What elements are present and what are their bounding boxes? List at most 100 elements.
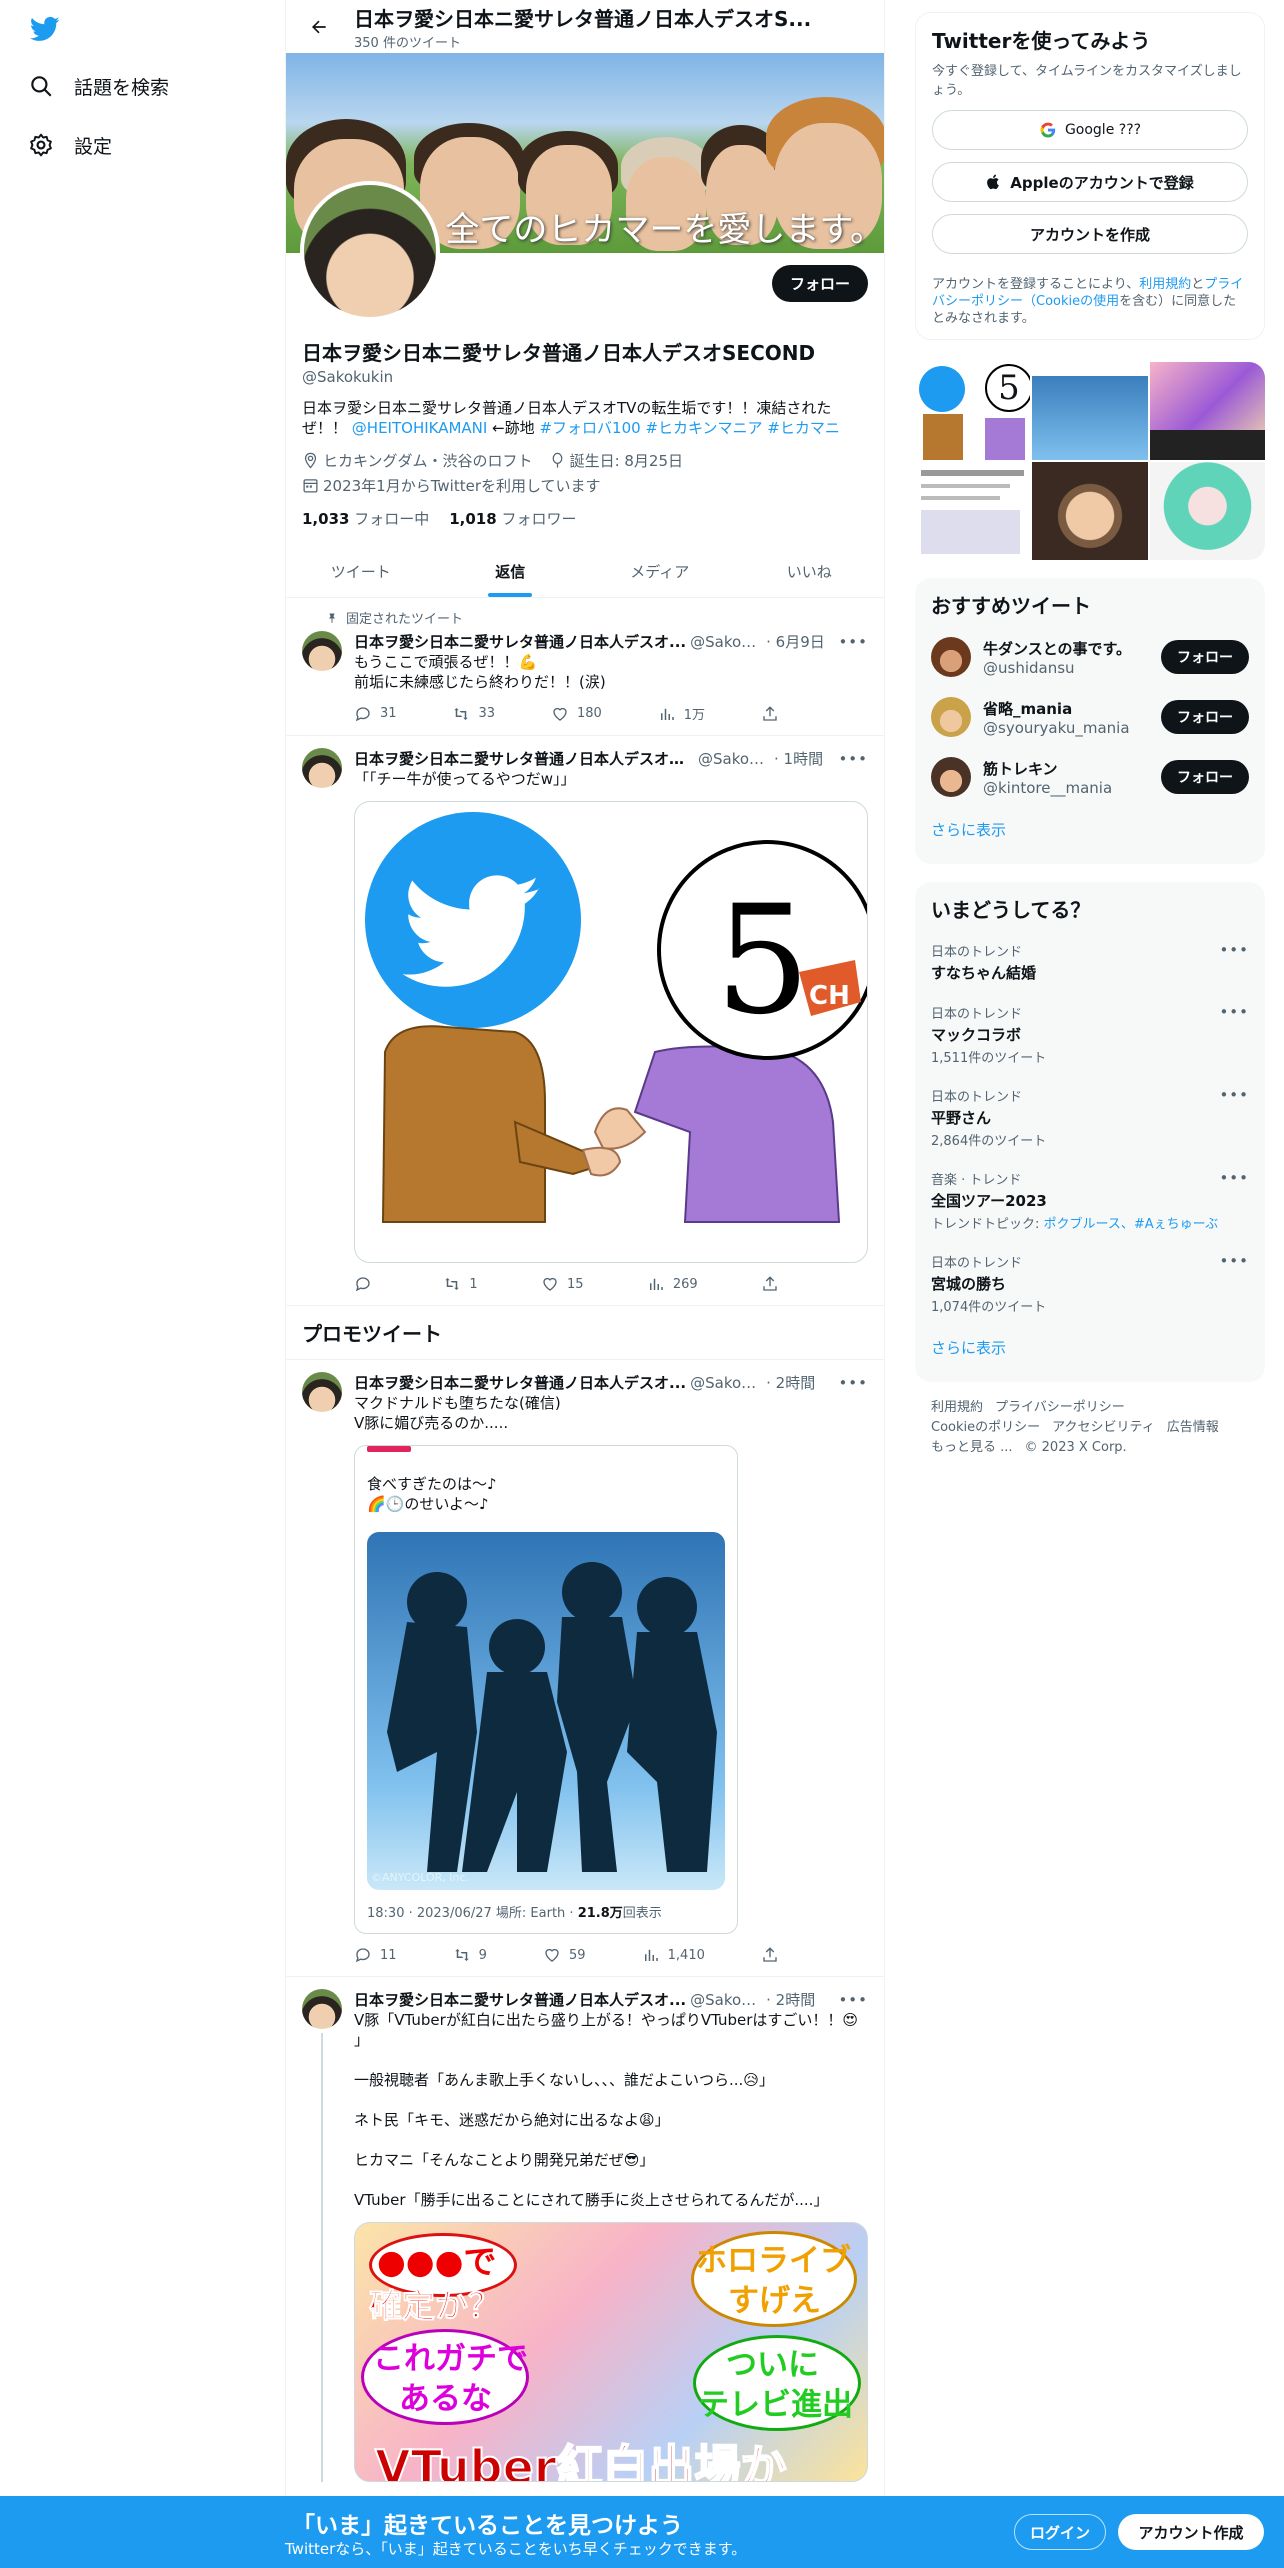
tweet-time[interactable]: · 1時間 <box>774 748 823 769</box>
back-button[interactable] <box>302 10 336 44</box>
views-button[interactable]: 1万 <box>658 704 705 723</box>
google-signup-button[interactable]: Google ??? <box>932 110 1248 150</box>
tweet-time[interactable]: · 2時間 <box>766 1989 815 2010</box>
tab-likes[interactable]: いいね <box>735 545 885 597</box>
avatar[interactable] <box>931 697 971 737</box>
footer-link[interactable]: もっと見る ... <box>931 1440 1013 1455</box>
photo-thumb[interactable] <box>915 462 1031 560</box>
bio-mention-link[interactable]: @HEITOHIKAMANI <box>352 419 488 437</box>
quoted-tweet[interactable]: 食べすぎたのは〜♪ 🌈🕒のせいよ〜♪ ©ANYCOLOR, Inc. 18:30… <box>354 1445 738 1934</box>
trend-item[interactable]: 日本のトレンド すなちゃん結婚 ••• <box>915 931 1265 993</box>
follow-button[interactable]: フォロー <box>1161 640 1249 674</box>
retweet-button[interactable]: 1 <box>443 1275 478 1293</box>
photo-thumb[interactable] <box>1149 462 1265 560</box>
followers-link[interactable]: 1,018 フォロワー <box>449 508 576 529</box>
tweet-time[interactable]: · 6月9日 <box>766 631 825 652</box>
tweet-author-handle[interactable]: @Sakok... <box>698 750 770 768</box>
cookie-link[interactable]: （Cookieの使用 <box>1023 294 1119 309</box>
tweet-time[interactable]: · 2時間 <box>766 1372 815 1393</box>
tweet-author-name[interactable]: 日本ヲ愛シ日本ニ愛サレタ普通ノ日本人デスオ... <box>354 1372 686 1393</box>
login-button[interactable]: ログイン <box>1014 2514 1106 2550</box>
more-icon[interactable]: ••• <box>1219 1086 1249 1104</box>
footer-link[interactable]: プライバシーポリシー <box>995 1400 1125 1415</box>
nav-explore[interactable]: 話題を検索 <box>28 66 169 106</box>
share-button[interactable] <box>761 704 779 723</box>
tweet-author-name[interactable]: 日本ヲ愛シ日本ニ愛サレタ普通ノ日本人デスオ... <box>354 631 686 652</box>
reply-button[interactable]: 31 <box>354 704 397 723</box>
reply-button[interactable] <box>354 1275 380 1293</box>
more-icon[interactable]: ••• <box>1219 941 1249 959</box>
like-button[interactable]: 59 <box>543 1946 586 1964</box>
tweet[interactable]: 日本ヲ愛シ日本ニ愛サレタ普通ノ日本人デスオS... @Sakok... · 1時… <box>286 736 884 1306</box>
footer-link[interactable]: 利用規約 <box>931 1400 983 1415</box>
trend-item[interactable]: 日本のトレンド 平野さん 2,864件のツイート ••• <box>915 1076 1265 1159</box>
share-button[interactable] <box>761 1946 779 1964</box>
retweet-button[interactable]: 9 <box>453 1946 487 1964</box>
trend-topic-links[interactable]: ポクブルース、#Aぇちゅーぶ <box>1044 1217 1219 1232</box>
pinned-tweet[interactable]: 固定されたツイート 日本ヲ愛シ日本ニ愛サレタ普通ノ日本人デスオ... @Sako… <box>286 598 884 736</box>
share-icon <box>763 1276 777 1291</box>
more-icon[interactable]: ••• <box>1219 1252 1249 1270</box>
tab-replies[interactable]: 返信 <box>436 545 586 597</box>
tweet-author-handle[interactable]: @Sakok... <box>690 1374 762 1392</box>
footer-link[interactable]: アクセシビリティ <box>1052 1420 1155 1435</box>
more-icon[interactable]: ••• <box>838 1991 868 2009</box>
apple-signup-button[interactable]: Appleのアカウントで登録 <box>932 162 1248 202</box>
tweet[interactable]: 日本ヲ愛シ日本ニ愛サレタ普通ノ日本人デスオ... @Sakok... · 2時間… <box>286 1977 884 2494</box>
avatar[interactable] <box>931 757 971 797</box>
retweet-button[interactable]: 33 <box>452 704 495 723</box>
nav-settings[interactable]: 設定 <box>28 125 112 165</box>
tweet[interactable]: 日本ヲ愛シ日本ニ愛サレタ普通ノ日本人デスオ... @Sakok... · 2時間… <box>286 1360 884 1977</box>
tweet-author-name[interactable]: 日本ヲ愛シ日本ニ愛サレタ普通ノ日本人デスオS... <box>354 748 694 769</box>
tweet-avatar[interactable] <box>302 1989 342 2029</box>
twitter-logo-icon[interactable] <box>28 14 62 44</box>
follow-button[interactable]: フォロー <box>771 265 868 302</box>
like-button[interactable]: 180 <box>551 704 602 723</box>
like-button[interactable]: 15 <box>541 1275 583 1293</box>
recommended-user[interactable]: 筋トレキン @kintore__mania フォロー <box>915 747 1265 807</box>
trend-item[interactable]: 音楽 · トレンド 全国ツアー2023 トレンドトピック: ポクブルース、#Aぇ… <box>915 1159 1265 1242</box>
reply-button[interactable]: 11 <box>354 1946 397 1964</box>
tweet-avatar[interactable] <box>302 748 342 788</box>
more-icon[interactable]: ••• <box>1219 1003 1249 1021</box>
tweet-author-name[interactable]: 日本ヲ愛シ日本ニ愛サレタ普通ノ日本人デスオ... <box>354 1989 686 2010</box>
more-icon[interactable]: ••• <box>1219 1169 1249 1187</box>
show-more-link[interactable]: さらに表示 <box>915 1325 1265 1370</box>
tweet-actions: 11 9 59 1,410 <box>354 1946 779 1964</box>
trend-item[interactable]: 日本のトレンド 宮城の勝ち 1,074件のツイート ••• <box>915 1242 1265 1325</box>
tweet-author-handle[interactable]: @Sakok... <box>690 633 762 651</box>
photo-thumb[interactable] <box>1149 362 1265 460</box>
footer-link[interactable]: 広告情報 <box>1167 1420 1219 1435</box>
footer-link[interactable]: Cookieのポリシー <box>931 1420 1040 1435</box>
more-icon[interactable]: ••• <box>838 1374 868 1392</box>
tweet-author-handle[interactable]: @Sakok... <box>690 1991 762 2009</box>
more-icon[interactable]: ••• <box>838 633 868 651</box>
tab-tweets[interactable]: ツイート <box>286 545 436 597</box>
profile-avatar[interactable] <box>300 181 440 321</box>
views-button[interactable]: 269 <box>647 1275 698 1293</box>
signup-button[interactable]: アカウント作成 <box>1118 2514 1264 2550</box>
recommended-user[interactable]: 牛ダンスとの事です。 @ushidansu フォロー <box>915 627 1265 687</box>
avatar[interactable] <box>931 637 971 677</box>
tweet-image[interactable]: 5 CH <box>354 801 868 1263</box>
follow-button[interactable]: フォロー <box>1161 760 1249 794</box>
share-button[interactable] <box>761 1275 779 1293</box>
following-link[interactable]: 1,033 フォロー中 <box>302 508 429 529</box>
recommended-user[interactable]: 省略_mania @syouryaku_mania フォロー <box>915 687 1265 747</box>
show-more-link[interactable]: さらに表示 <box>915 807 1265 852</box>
tab-media[interactable]: メディア <box>585 545 735 597</box>
terms-link[interactable]: 利用規約 <box>1139 277 1191 292</box>
photo-thumb[interactable] <box>1032 462 1148 560</box>
bio-hashtags-link[interactable]: #フォロバ100 #ヒカキンマニア #ヒカマニ <box>539 419 839 437</box>
photo-thumb[interactable]: 5 <box>915 362 1031 460</box>
trend-item[interactable]: 日本のトレンド マックコラボ 1,511件のツイート ••• <box>915 993 1265 1076</box>
quoted-tweet-image[interactable]: ©ANYCOLOR, Inc. <box>367 1532 725 1890</box>
photo-thumb[interactable] <box>1032 362 1148 460</box>
tweet-avatar[interactable] <box>302 631 342 671</box>
tweet-thumbnail[interactable]: ●●●で 確定か？ これガチで あるな ホロライブ すげえ ついに テレビ進出 … <box>354 2222 868 2482</box>
follow-button[interactable]: フォロー <box>1161 700 1249 734</box>
more-icon[interactable]: ••• <box>838 750 868 768</box>
views-button[interactable]: 1,410 <box>642 1946 705 1964</box>
tweet-avatar[interactable] <box>302 1372 342 1412</box>
create-account-button[interactable]: アカウントを作成 <box>932 214 1248 254</box>
